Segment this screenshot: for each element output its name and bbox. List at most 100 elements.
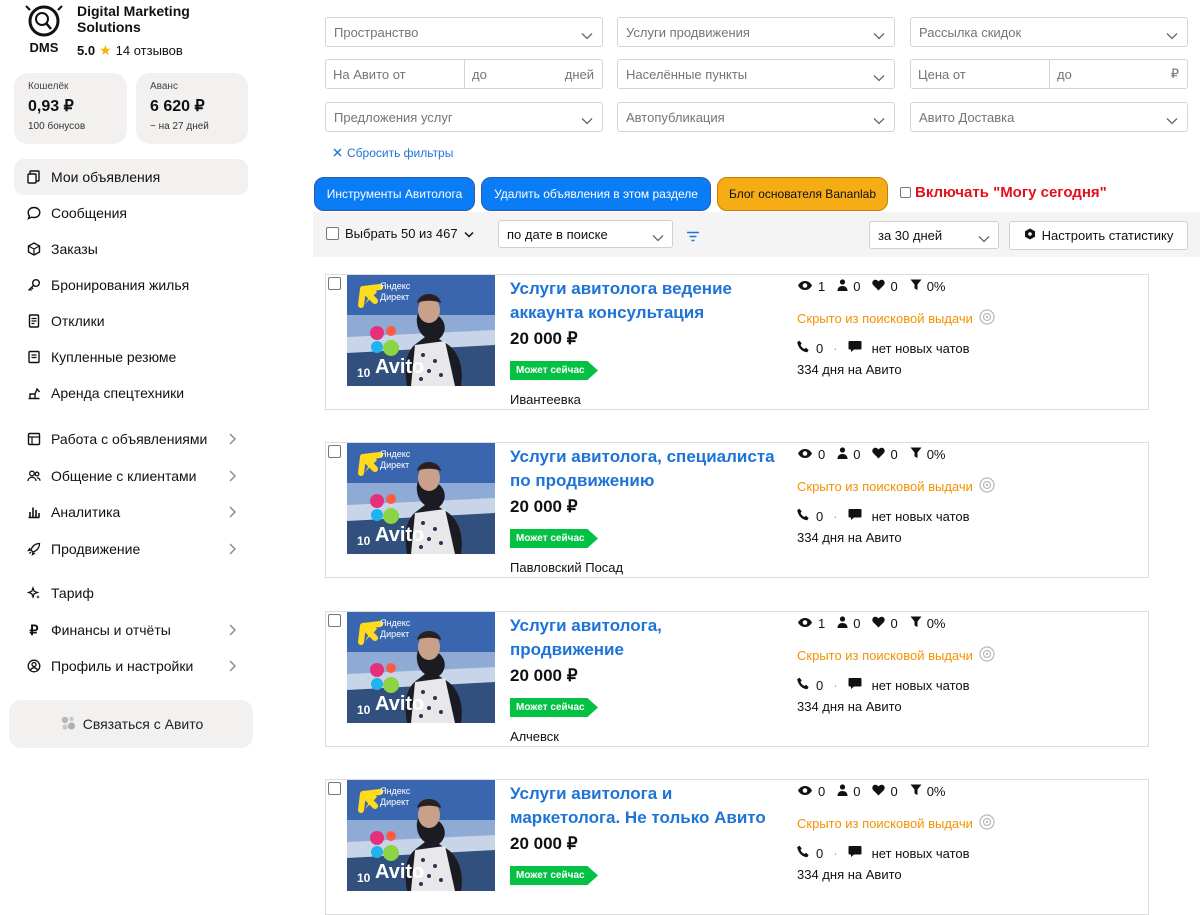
chat-icon: [848, 508, 862, 524]
sidebar-item-label: Работа с объявлениями: [51, 431, 208, 447]
sidebar-item-analytics[interactable]: Аналитика: [14, 494, 248, 530]
status-text: Скрыто из поисковой выдачи: [797, 816, 973, 831]
promo-services-select[interactable]: Услуги продвижения: [617, 17, 895, 47]
listing-title-link[interactable]: Услуги авитолога и маркетолога. Не тольк…: [510, 782, 780, 830]
sidebar-item-tariff[interactable]: Тариф: [14, 575, 248, 611]
status-text: Скрыто из поисковой выдачи: [797, 479, 973, 494]
chat-bubble-icon: [26, 205, 42, 221]
checkbox[interactable]: [900, 187, 911, 198]
listing-thumbnail[interactable]: Яндекс Директ Avito 10: [347, 275, 495, 386]
info-gear-icon[interactable]: [979, 814, 995, 833]
chevron-right-icon: [228, 432, 236, 448]
listing-checkbox[interactable]: [328, 445, 341, 458]
price-from-input[interactable]: Цена от: [918, 67, 966, 82]
sidebar-item-label: Отклики: [51, 313, 105, 329]
sidebar-item-my-ads[interactable]: Мои объявления: [14, 159, 248, 195]
listing-title-link[interactable]: Услуги авитолога ведение аккаунта консул…: [510, 277, 780, 325]
listing-card[interactable]: Яндекс Директ Avito 10 Услуги авитолога …: [325, 274, 1149, 410]
status-text: Скрыто из поисковой выдачи: [797, 648, 973, 663]
sidebar-item-responses[interactable]: Отклики: [14, 303, 248, 339]
listing-thumbnail[interactable]: Яндекс Директ Avito 10: [347, 612, 495, 723]
listing-stats: 1 0 0 0%: [797, 279, 946, 294]
sidebar-item-clients[interactable]: Общение с клиентами: [14, 458, 248, 494]
ruble-icon: ₽: [29, 621, 39, 638]
avitolog-tools-button[interactable]: Инструменты Авитолога: [314, 177, 475, 211]
listing-thumbnail[interactable]: Яндекс Директ Avito 10: [347, 780, 495, 891]
delete-ads-label: Удалить объявления в этом разделе: [494, 187, 698, 201]
price-to-input[interactable]: до: [1057, 67, 1072, 82]
price-range[interactable]: Цена от до ₽: [910, 59, 1188, 89]
avito-delivery-select[interactable]: Авито Доставка: [910, 102, 1188, 132]
info-gear-icon[interactable]: [979, 646, 995, 665]
configure-stats-button[interactable]: Настроить статистику: [1009, 221, 1188, 250]
sidebar-item-purchased-resumes[interactable]: Купленные резюме: [14, 339, 248, 375]
select-all-label: Выбрать 50 из 467: [345, 226, 458, 241]
listing-price: 20 000 ₽: [510, 666, 578, 685]
rating[interactable]: 5.0 ★ 14 отзывов: [77, 42, 183, 59]
listing-card[interactable]: Яндекс Директ Avito 10 Услуги авитолога,…: [325, 442, 1149, 578]
can-today-label: Включать "Могу сегодня": [915, 184, 1107, 201]
sidebar-item-messages[interactable]: Сообщения: [14, 195, 248, 231]
period-select[interactable]: за 30 дней: [869, 221, 999, 249]
delete-ads-button[interactable]: Удалить объявления в этом разделе: [481, 177, 711, 211]
ruble-unit: ₽: [1170, 66, 1179, 81]
sidebar-item-finance[interactable]: ₽ Финансы и отчёты: [14, 612, 248, 648]
founder-blog-button[interactable]: Блог основателя Bananlab: [717, 177, 888, 211]
calls-count: 0: [816, 508, 824, 524]
listing-title-link[interactable]: Услуги авитолога, продвижение: [510, 614, 780, 662]
favorites-count: 0: [890, 616, 898, 631]
reset-filters-link[interactable]: Сбросить фильтры: [333, 146, 453, 160]
contact-avito-button[interactable]: Связаться с Авито: [9, 700, 253, 748]
avito-days-range[interactable]: На Авито от до дней: [325, 59, 603, 89]
space-select[interactable]: Пространство: [325, 17, 603, 47]
sort-select[interactable]: по дате в поиске: [498, 220, 673, 248]
checkbox[interactable]: [326, 227, 339, 240]
chevron-right-icon: [228, 623, 236, 639]
chevron-right-icon: [228, 469, 236, 485]
advance-card[interactable]: Аванс 6 620 ₽ ~ на 27 дней: [136, 73, 248, 144]
rocket-icon: [26, 541, 42, 557]
key-icon: [26, 277, 42, 293]
heart-icon: [872, 784, 886, 799]
svg-text:Avito: Avito: [375, 356, 424, 378]
sidebar-item-equipment-rental[interactable]: Аренда спецтехники: [14, 375, 248, 411]
contacts-count: 0: [853, 784, 861, 799]
avito-days-from-input[interactable]: На Авито от: [333, 67, 406, 82]
listing-checkbox[interactable]: [328, 782, 341, 795]
svg-text:Avito: Avito: [375, 861, 424, 883]
localities-select[interactable]: Населённые пункты: [617, 59, 895, 89]
sidebar-item-ads-work[interactable]: Работа с объявлениями: [14, 421, 248, 457]
listing-card[interactable]: Яндекс Директ Avito 10 Услуги авитолога,…: [325, 611, 1149, 747]
conversion-value: 0%: [926, 784, 946, 799]
avito-days-to-input[interactable]: до: [472, 67, 487, 82]
listing-thumbnail[interactable]: Яндекс Директ Avito 10: [347, 443, 495, 554]
autopublish-select[interactable]: Автопубликация: [617, 102, 895, 132]
listing-checkbox[interactable]: [328, 277, 341, 290]
sidebar-item-promotion[interactable]: Продвижение: [14, 531, 248, 567]
sidebar-item-label: Бронирования жилья: [51, 277, 190, 293]
listing-stats: 0 0 0 0%: [797, 447, 946, 462]
sidebar-item-orders[interactable]: Заказы: [14, 231, 248, 267]
can-now-badge: Может сейчас: [510, 698, 598, 717]
listing-card[interactable]: Яндекс Директ Avito 10 Услуги авитолога …: [325, 779, 1149, 915]
space-select-value: Пространство: [334, 24, 419, 40]
filter-lines-icon[interactable]: [686, 229, 700, 247]
chat-icon: [848, 340, 862, 356]
wallet-card[interactable]: Кошелёк 0,93 ₽ 100 бонусов: [14, 73, 127, 144]
can-today-checkbox[interactable]: Включать "Могу сегодня": [900, 184, 1107, 201]
profile-header[interactable]: DMS Digital Marketing Solutions 5.0 ★ 14…: [18, 2, 258, 62]
excavator-icon: [26, 385, 42, 401]
svg-text:10: 10: [357, 703, 371, 717]
views-count: 1: [818, 279, 826, 294]
listing-checkbox[interactable]: [328, 614, 341, 627]
sidebar-item-label: Аналитика: [51, 504, 121, 520]
info-gear-icon[interactable]: [979, 309, 995, 328]
discount-mailing-select[interactable]: Рассылка скидок: [910, 17, 1188, 47]
select-all-checkbox[interactable]: Выбрать 50 из 467: [326, 226, 474, 241]
service-offers-select[interactable]: Предложения услуг: [325, 102, 603, 132]
sidebar-item-profile[interactable]: Профиль и настройки: [14, 648, 248, 684]
sidebar-item-bookings[interactable]: Бронирования жилья: [14, 267, 248, 303]
svg-text:10: 10: [357, 366, 371, 380]
info-gear-icon[interactable]: [979, 477, 995, 496]
listing-title-link[interactable]: Услуги авитолога, специалиста по продвиж…: [510, 445, 780, 493]
